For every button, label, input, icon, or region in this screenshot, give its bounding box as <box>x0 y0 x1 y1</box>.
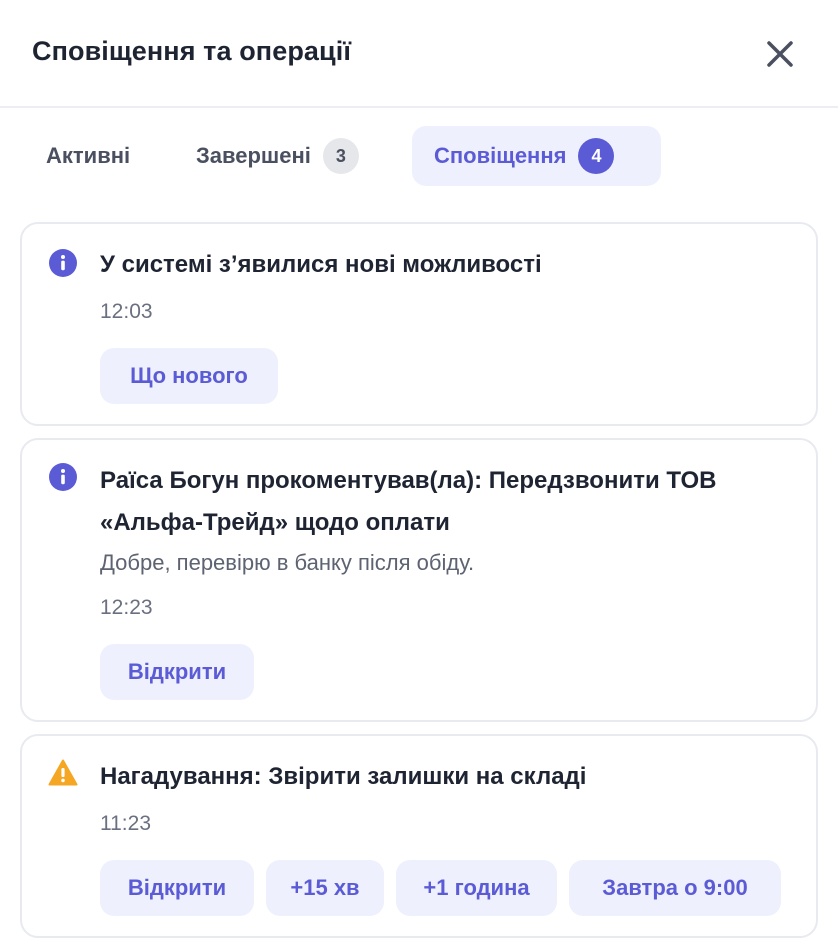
snooze-15min-button[interactable]: +15 хв <box>266 860 384 916</box>
tab-label: Сповіщення <box>434 143 567 168</box>
close-button[interactable] <box>760 34 800 74</box>
snooze-tomorrow-button[interactable]: Завтра о 9:00 <box>569 860 781 916</box>
snooze-1hour-button[interactable]: +1 година <box>396 860 557 916</box>
panel-title: Сповіщення та операції <box>32 36 352 66</box>
close-icon <box>767 41 793 67</box>
info-icon <box>49 249 77 277</box>
open-button[interactable]: Відкрити <box>100 644 254 700</box>
notification-title: У системі з’явилися нові можливості <box>100 251 542 278</box>
tab-count-badge: 4 <box>578 138 615 174</box>
notification-title: Раїса Богун прокоментував(ла): Передзвон… <box>100 460 800 544</box>
notification-card: Раїса Богун прокоментував(ла): Передзвон… <box>20 438 818 722</box>
notifications-panel: Сповіщення та операції Активні Завершені… <box>0 0 838 940</box>
notification-title-line: «Альфа-Трейд» щодо оплати <box>100 509 450 536</box>
notification-comment: Добре, перевірю в банку після обіду. <box>100 550 475 575</box>
tab-label: Завершені <box>196 143 311 168</box>
notification-time: 12:23 <box>100 596 153 619</box>
warning-icon <box>48 759 78 786</box>
info-icon <box>49 463 77 491</box>
tab-label: Активні <box>46 143 131 168</box>
notification-title-line: Раїса Богун прокоментував(ла): Передзвон… <box>100 467 717 494</box>
tab-count-badge: 3 <box>322 138 359 174</box>
tab-completed[interactable]: Завершені 3 <box>180 126 375 186</box>
notification-card: Нагадування: Звірити залишки на складі 1… <box>20 734 818 938</box>
notification-title: Нагадування: Звірити залишки на складі <box>100 763 587 790</box>
open-button[interactable]: Відкрити <box>100 860 254 916</box>
tab-active[interactable]: Активні <box>30 126 146 186</box>
notification-card: У системі з’явилися нові можливості 12:0… <box>20 222 818 426</box>
notification-time: 11:23 <box>100 812 151 835</box>
panel-header: Сповіщення та операції <box>0 0 838 108</box>
whats-new-button[interactable]: Що нового <box>100 348 278 404</box>
notification-time: 12:03 <box>100 300 153 323</box>
tab-notifications[interactable]: Сповіщення 4 <box>412 126 661 186</box>
